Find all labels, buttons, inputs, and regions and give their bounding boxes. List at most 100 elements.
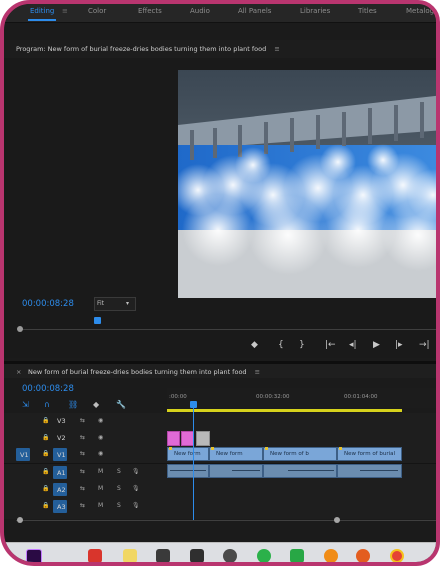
- video-clip-label: New form of burial: [344, 451, 396, 457]
- microphone-icon[interactable]: 🎙: [132, 468, 140, 475]
- program-scrub-bar[interactable]: [18, 329, 436, 330]
- firefox-icon[interactable]: [356, 549, 370, 562]
- audio-waveform: [232, 470, 260, 471]
- eye-icon[interactable]: ◉: [98, 417, 103, 424]
- play-icon[interactable]: ▶: [373, 340, 380, 350]
- fx-badge: [265, 447, 268, 450]
- timeline-timecode[interactable]: 00:00:08:28: [22, 384, 74, 394]
- video-clip[interactable]: New form of b: [263, 447, 337, 461]
- menu-lines-icon[interactable]: ≡: [274, 45, 279, 53]
- snap-icon[interactable]: ∩: [44, 400, 50, 409]
- step-back-icon[interactable]: ◂|: [349, 340, 357, 350]
- workspace-tab-libraries[interactable]: Libraries: [300, 7, 330, 15]
- track-a3: 🔒 A3 ⇆ M S 🎙: [4, 499, 164, 514]
- lock-icon[interactable]: 🔒: [42, 468, 49, 475]
- graphic-clip[interactable]: [167, 431, 180, 446]
- mute-toggle[interactable]: M: [98, 502, 103, 509]
- lock-icon[interactable]: 🔒: [42, 434, 49, 441]
- timeline-title-text: New form of burial freeze-dries bodies t…: [28, 368, 247, 376]
- solo-toggle[interactable]: S: [117, 502, 121, 509]
- calculator-icon[interactable]: [156, 549, 170, 562]
- sync-lock-icon[interactable]: ⇆: [80, 417, 85, 424]
- lock-icon[interactable]: 🔒: [42, 502, 49, 509]
- timeline-playhead[interactable]: [190, 401, 197, 408]
- workspace-tab-all-panels[interactable]: All Panels: [238, 7, 271, 15]
- close-icon[interactable]: ×: [16, 368, 21, 376]
- program-playhead[interactable]: [94, 317, 101, 324]
- premiere-icon[interactable]: [26, 549, 42, 562]
- work-area-bar[interactable]: [167, 409, 402, 412]
- solo-toggle[interactable]: S: [117, 468, 121, 475]
- whatsapp-icon[interactable]: [257, 549, 271, 562]
- track-label-v3[interactable]: V3: [57, 417, 66, 425]
- program-timecode[interactable]: 00:00:08:28: [22, 299, 74, 309]
- sync-lock-icon[interactable]: ⇆: [80, 450, 85, 457]
- go-to-in-icon[interactable]: |←: [325, 340, 336, 350]
- menu-lines-icon[interactable]: ≡: [255, 368, 260, 376]
- fx-badge: [169, 447, 172, 450]
- sticky-notes-icon[interactable]: [123, 549, 137, 562]
- time-ruler[interactable]: [167, 388, 436, 408]
- fx-badge: [211, 447, 214, 450]
- audio-clip[interactable]: [167, 464, 209, 478]
- audio-clip[interactable]: [263, 464, 337, 478]
- step-forward-icon[interactable]: |▸: [395, 340, 403, 350]
- sync-lock-icon[interactable]: ⇆: [80, 502, 85, 509]
- video-clip-label: New form: [216, 451, 243, 457]
- mail-icon[interactable]: [190, 549, 204, 562]
- chat-icon[interactable]: [290, 549, 304, 562]
- eye-icon[interactable]: ◉: [98, 434, 103, 441]
- eye-icon[interactable]: ◉: [98, 450, 103, 457]
- add-marker-icon[interactable]: ◆: [93, 400, 99, 409]
- audio-clip[interactable]: [209, 464, 263, 478]
- video-frame: [178, 70, 436, 298]
- folder-red-icon[interactable]: [88, 549, 102, 562]
- timeline-sequence-tab[interactable]: New form of burial freeze-dries bodies t…: [28, 368, 260, 376]
- workspace-menu-icon[interactable]: ≡: [62, 7, 68, 15]
- workspace-tab-metalogging[interactable]: Metalogging: [406, 7, 436, 15]
- adjustment-clip[interactable]: [196, 431, 210, 446]
- nest-icon[interactable]: ⇲: [22, 400, 29, 409]
- mark-in-icon[interactable]: {: [278, 340, 284, 350]
- active-tab-indicator: [28, 19, 56, 21]
- lock-icon[interactable]: 🔒: [42, 417, 49, 424]
- video-clip[interactable]: New form: [167, 447, 209, 461]
- track-label-a1: A1: [57, 469, 66, 477]
- workspace-tab-effects[interactable]: Effects: [138, 7, 162, 15]
- audio-clip[interactable]: [337, 464, 402, 478]
- audio-waveform: [360, 470, 398, 471]
- sync-lock-icon[interactable]: ⇆: [80, 468, 85, 475]
- program-monitor-title-text: Program: New form of burial freeze-dries…: [16, 45, 267, 53]
- lock-icon[interactable]: 🔒: [42, 450, 49, 457]
- workspace-tab-titles[interactable]: Titles: [358, 7, 377, 15]
- fit-dropdown-label: Fit: [97, 300, 105, 307]
- track-label-v2[interactable]: V2: [57, 434, 66, 442]
- video-clip[interactable]: New form of burial: [337, 447, 402, 461]
- mute-toggle[interactable]: M: [98, 485, 103, 492]
- video-clip[interactable]: New form: [209, 447, 263, 461]
- program-monitor-title[interactable]: Program: New form of burial freeze-dries…: [16, 45, 280, 53]
- wrench-icon[interactable]: 🔧: [116, 400, 126, 409]
- sync-lock-icon[interactable]: ⇆: [80, 485, 85, 492]
- microphone-icon[interactable]: 🎙: [132, 502, 140, 509]
- solo-toggle[interactable]: S: [117, 485, 121, 492]
- scroll-handle-right[interactable]: [334, 517, 340, 523]
- lock-icon[interactable]: 🔒: [42, 485, 49, 492]
- messenger-icon[interactable]: [324, 549, 338, 562]
- workspace-tab-audio[interactable]: Audio: [190, 7, 210, 15]
- workspace-tab-editing[interactable]: Editing: [30, 7, 54, 15]
- linked-selection-icon[interactable]: ⛓: [68, 400, 78, 409]
- microphone-icon[interactable]: 🎙: [132, 485, 140, 492]
- go-to-out-icon[interactable]: →|: [419, 340, 430, 350]
- mute-toggle[interactable]: M: [98, 468, 103, 475]
- settings-icon[interactable]: [223, 549, 237, 562]
- timeline-zoom-scrollbar[interactable]: [16, 520, 436, 521]
- workspace-tab-color[interactable]: Color: [88, 7, 106, 15]
- track-label-v1: V1: [57, 451, 66, 459]
- scroll-handle-left[interactable]: [17, 517, 23, 523]
- mark-out-icon[interactable]: }: [299, 340, 305, 350]
- sync-lock-icon[interactable]: ⇆: [80, 434, 85, 441]
- scrub-start-handle[interactable]: [17, 326, 23, 332]
- marker-icon[interactable]: ◆: [251, 340, 258, 350]
- chrome-icon[interactable]: [390, 549, 404, 562]
